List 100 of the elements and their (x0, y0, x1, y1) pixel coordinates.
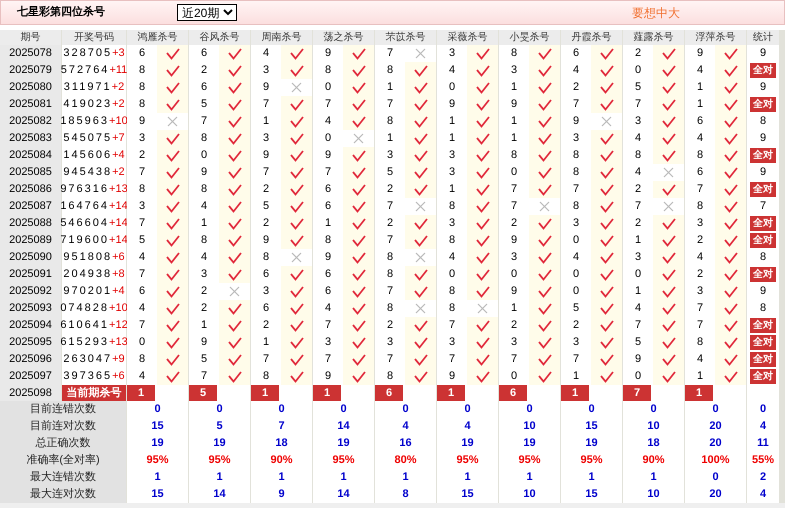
stat-label: 最大连对次数 (0, 486, 126, 503)
kill-number: 1 (696, 80, 704, 96)
kill-number: 7 (386, 284, 394, 300)
kill-number: 1 (386, 80, 394, 96)
kill-number: 7 (510, 352, 518, 368)
kill-number: 5 (200, 352, 208, 368)
kill-number: 4 (696, 352, 704, 368)
draw-number: 976316+13 (62, 181, 126, 198)
kill-number: 3 (448, 148, 456, 164)
kill-number: 8 (138, 352, 146, 368)
stat-value: 0 (313, 401, 374, 418)
kill-number: 1 (696, 97, 704, 112)
stat-value: 20 (685, 435, 746, 452)
all-correct-badge: 全对 (750, 335, 776, 350)
kill-number: 7 (448, 318, 456, 334)
kill-number: 8 (200, 182, 208, 198)
all-correct-badge: 全对 (750, 318, 776, 333)
kill-number: 8 (138, 63, 146, 78)
kill-number: 0 (510, 267, 518, 282)
kill-number: 4 (696, 131, 704, 146)
stat-value: 19 (313, 435, 374, 452)
kill-number: 1 (510, 114, 518, 130)
draw-number: 719600+14 (62, 232, 126, 249)
stat-value: 10 (499, 418, 560, 435)
kill-number: 8 (634, 148, 642, 164)
kill-number: 6 (262, 301, 270, 316)
stat-value: 0 (499, 401, 560, 418)
period-cell: 2025094 (0, 317, 61, 334)
kill-number: 1 (634, 233, 642, 248)
kill-number: 2 (634, 216, 642, 232)
kill-number: 2 (634, 182, 642, 198)
kill-number: 3 (572, 335, 580, 350)
period-cell: 2025095 (0, 334, 61, 351)
kill-number: 7 (386, 352, 394, 368)
stat-value: 95% (313, 452, 374, 469)
current-kill-label: 当前期杀号 (62, 385, 126, 401)
kill-number: 7 (386, 199, 394, 214)
kill-number: 7 (386, 97, 394, 112)
kill-number: 0 (572, 284, 580, 300)
kill-number: 3 (138, 131, 146, 146)
stat-value: 0 (747, 401, 779, 418)
stat-count: 9 (760, 131, 766, 146)
kill-number: 9 (324, 148, 332, 164)
kill-number-badge: 1 (251, 385, 279, 401)
stat-value: 0 (251, 401, 312, 418)
kill-number: 6 (324, 199, 332, 214)
kill-number: 4 (634, 301, 642, 316)
stat-value: 18 (251, 435, 312, 452)
period-cell: 2025091 (0, 266, 61, 283)
kill-number: 3 (262, 284, 270, 300)
period-cell: 2025090 (0, 249, 61, 266)
kill-number: 9 (448, 369, 456, 384)
stat-value: 7 (251, 418, 312, 435)
kill-number: 7 (634, 97, 642, 112)
kill-number: 3 (572, 216, 580, 232)
stat-value: 4 (375, 418, 436, 435)
kill-number: 2 (510, 216, 518, 232)
stat-count: 9 (760, 165, 766, 180)
period-cell: 2025080 (0, 79, 61, 96)
kill-number: 8 (448, 233, 456, 248)
period-cell: 2025096 (0, 351, 61, 368)
kill-number: 3 (386, 148, 394, 164)
kill-number: 0 (510, 369, 518, 384)
kill-number: 4 (138, 301, 146, 316)
stat-value: 0 (685, 401, 746, 418)
stat-value: 15 (561, 418, 622, 435)
kill-number: 4 (138, 369, 146, 384)
draw-number: 185963+10 (62, 113, 126, 130)
stat-count: 8 (760, 250, 766, 266)
stat-value: 95% (127, 452, 188, 469)
kill-number: 7 (572, 97, 580, 112)
kill-number: 2 (386, 318, 394, 334)
stat-value: 1 (561, 469, 622, 486)
kill-number: 9 (696, 46, 704, 62)
kill-number: 8 (448, 301, 456, 316)
period-select[interactable]: 近20期 (177, 4, 237, 21)
kill-number: 6 (696, 114, 704, 130)
kill-number: 8 (386, 63, 394, 78)
kill-number: 9 (262, 233, 270, 248)
kill-number: 0 (634, 369, 642, 384)
kill-number: 2 (200, 284, 208, 300)
kill-number: 9 (324, 250, 332, 266)
kill-number: 7 (138, 165, 146, 180)
kill-number: 2 (262, 216, 270, 232)
column-header: 周南杀号 (251, 30, 312, 45)
stat-value: 8 (375, 486, 436, 503)
stat-value: 100% (685, 452, 746, 469)
stat-value: 95% (499, 452, 560, 469)
period-cell: 2025084 (0, 147, 61, 164)
stat-value: 14 (313, 486, 374, 503)
kill-number: 0 (138, 335, 146, 350)
page-title: 七星彩第四位杀号 (17, 4, 106, 20)
stat-value: 19 (189, 435, 250, 452)
kill-number: 3 (386, 335, 394, 350)
kill-number: 3 (262, 63, 270, 78)
column-header: 丹霞杀号 (561, 30, 622, 45)
kill-number: 3 (572, 131, 580, 146)
period-cell: 2025081 (0, 96, 61, 113)
stat-value: 15 (561, 486, 622, 503)
stat-value: 5 (189, 418, 250, 435)
